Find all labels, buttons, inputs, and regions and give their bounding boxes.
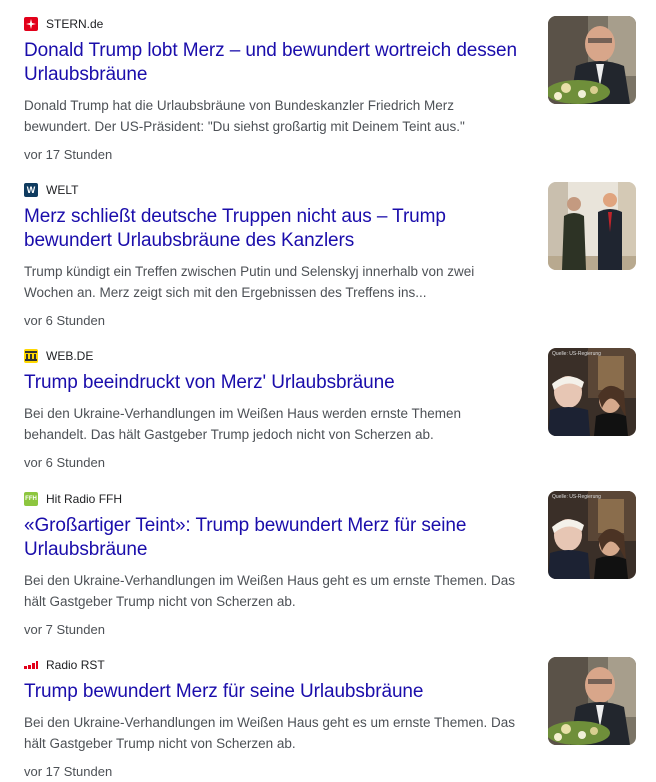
welt-favicon-icon: W [24,183,38,197]
radio-rst-favicon-icon [24,658,38,672]
article-time: vor 7 Stunden [24,622,105,637]
article-title-link[interactable]: Merz schließt deutsche Truppen nicht aus… [24,205,524,253]
two-men-walking-thumbnail[interactable] [548,182,636,270]
article-time: vor 17 Stunden [24,764,113,779]
article-snippet: Trump kündigt ein Treffen zwischen Putin… [24,264,475,300]
source-name: STERN.de [46,17,104,31]
source-name: WEB.DE [46,349,94,363]
article-snippet: Bei den Ukraine-Verhandlungen im Weißen … [24,573,516,609]
source-row: STERN.de [24,16,524,32]
man-portrait-flowers-thumbnail[interactable] [548,16,636,104]
meeting-room-thumbnail[interactable]: Quelle: US-Regierung [548,491,636,579]
source-row: Radio RST [24,657,524,673]
article-title-link[interactable]: Trump beeindruckt von Merz' Urlaubsbräun… [24,371,524,395]
man-portrait-flowers-thumbnail[interactable] [548,657,636,745]
webde-favicon-icon [24,349,38,363]
news-card[interactable]: Radio RST Trump bewundert Merz für seine… [24,657,636,782]
article-title-link[interactable]: «Großartiger Teint»: Trump bewundert Mer… [24,514,524,562]
thumbnail-caption: Quelle: US-Regierung [552,494,601,500]
source-row: WEB.DE [24,348,524,364]
source-row: FFH Hit Radio FFH [24,491,524,507]
news-card[interactable]: WEB.DE Trump beeindruckt von Merz' Urlau… [24,348,636,473]
article-snippet: Bei den Ukraine-Verhandlungen im Weißen … [24,406,461,442]
news-card[interactable]: W WELT Merz schließt deutsche Truppen ni… [24,182,636,331]
ffh-favicon-icon: FFH [24,492,38,506]
article-time: vor 6 Stunden [24,313,105,328]
article-snippet: Donald Trump hat die Urlaubsbräune von B… [24,98,465,134]
source-name: WELT [46,183,79,197]
article-time: vor 6 Stunden [24,455,105,470]
news-feed: STERN.de Donald Trump lobt Merz – und be… [0,0,656,779]
article-snippet: Bei den Ukraine-Verhandlungen im Weißen … [24,715,516,751]
source-row: W WELT [24,182,524,198]
news-card[interactable]: STERN.de Donald Trump lobt Merz – und be… [24,16,636,165]
article-title-link[interactable]: Trump bewundert Merz für seine Urlaubsbr… [24,680,524,704]
source-name: Hit Radio FFH [46,492,123,506]
stern-favicon-icon [24,17,38,31]
article-title-link[interactable]: Donald Trump lobt Merz – und bewundert w… [24,39,524,87]
article-time: vor 17 Stunden [24,147,113,162]
news-card[interactable]: FFH Hit Radio FFH «Großartiger Teint»: T… [24,491,636,640]
thumbnail-caption: Quelle: US-Regierung [552,351,601,357]
meeting-room-thumbnail[interactable]: Quelle: US-Regierung [548,348,636,436]
source-name: Radio RST [46,658,105,672]
